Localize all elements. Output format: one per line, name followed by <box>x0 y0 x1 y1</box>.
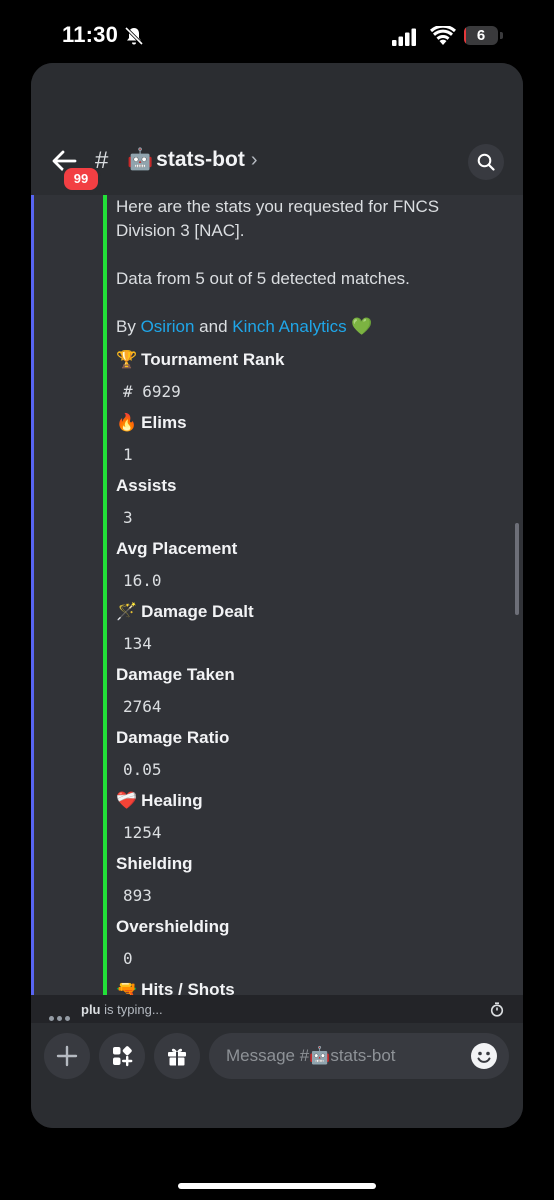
field-name: Assists <box>116 476 176 496</box>
channel-title[interactable]: 🤖 stats-bot › <box>127 148 258 172</box>
home-indicator[interactable] <box>178 1183 376 1189</box>
field-value: 1254 <box>123 823 162 842</box>
chevron-right-icon: › <box>250 148 258 171</box>
field-value: 0 <box>123 949 133 968</box>
field-label: Tournament Rank <box>141 350 285 369</box>
channel-header: 99 # 🤖 stats-bot › <box>31 63 523 195</box>
field-emoji-icon: ❤️‍🩹 <box>116 791 138 810</box>
field-value: # 6929 <box>123 382 181 401</box>
typing-status: is typing... <box>104 1002 163 1017</box>
field-name: 🏆 Tournament Rank <box>116 350 284 370</box>
typing-indicator: plu is typing... <box>31 995 523 1023</box>
wifi-icon <box>430 26 456 45</box>
search-button[interactable] <box>468 144 504 180</box>
field-name: Overshielding <box>116 917 229 937</box>
field-name: Damage Ratio <box>116 728 229 748</box>
status-bar: 11:30 6 <box>0 0 554 62</box>
plus-icon <box>56 1045 78 1067</box>
typing-text: plu is typing... <box>81 1002 163 1017</box>
gift-button[interactable] <box>154 1033 200 1079</box>
cell-signal-icon <box>392 28 416 46</box>
channel-name: stats-bot <box>156 148 245 171</box>
field-label: Overshielding <box>116 917 230 936</box>
search-icon <box>477 153 495 171</box>
slowmode-timer-icon <box>490 1002 504 1017</box>
apps-button[interactable] <box>99 1033 145 1079</box>
field-label: Elims <box>141 413 187 432</box>
field-label: Healing <box>141 791 203 810</box>
scrollbar[interactable] <box>515 523 519 615</box>
emoji-button[interactable] <box>471 1043 497 1069</box>
field-label: Damage Ratio <box>116 728 230 747</box>
field-name: 🔥 Elims <box>116 413 187 433</box>
green-heart-icon: 💚 <box>351 317 373 336</box>
field-value: 3 <box>123 508 133 527</box>
message-list[interactable]: Here are the stats you requested for FNC… <box>31 195 523 995</box>
battery-percent: 6 <box>476 27 486 44</box>
field-value: 2764 <box>123 697 162 716</box>
field-label: Damage Dealt <box>141 602 254 621</box>
field-name: ❤️‍🩹 Healing <box>116 791 203 811</box>
field-name: Damage Taken <box>116 665 235 685</box>
field-name: Shielding <box>116 854 193 874</box>
gift-icon <box>168 1048 186 1066</box>
embed-data-line: Data from 5 out of 5 detected matches. <box>116 269 410 288</box>
battery-indicator: 6 <box>464 26 504 46</box>
clock: 11:30 <box>62 22 119 47</box>
battery-tip <box>500 32 503 39</box>
field-emoji-icon: 🔥 <box>116 413 138 432</box>
field-emoji-icon: 🪄 <box>116 602 138 621</box>
message-placeholder: Message #🤖stats-bot <box>226 1046 396 1065</box>
field-value: 1 <box>123 445 133 464</box>
embed-intro-line: Division 3 [NAC]. <box>116 221 245 240</box>
osirion-link[interactable]: Osirion <box>141 317 195 336</box>
embed-credits: By Osirion and Kinch Analytics 💚 <box>116 317 373 337</box>
kinch-analytics-link[interactable]: Kinch Analytics <box>232 317 346 336</box>
field-value: 893 <box>123 886 152 905</box>
field-name: 🔫 Hits / Shots <box>116 980 235 995</box>
field-name: 🪄 Damage Dealt <box>116 602 254 622</box>
field-emoji-icon: 🏆 <box>116 350 138 369</box>
apps-icon <box>113 1046 133 1067</box>
robot-icon: 🤖 <box>127 148 154 171</box>
emoji-icon <box>477 1051 491 1063</box>
battery-body: 6 <box>464 26 498 45</box>
attach-button[interactable] <box>44 1033 90 1079</box>
field-value: 134 <box>123 634 152 653</box>
field-emoji-icon: 🔫 <box>116 980 138 995</box>
embed-accent-bar <box>103 195 107 995</box>
channel-hash-icon: # <box>95 147 109 174</box>
field-label: Shielding <box>116 854 193 873</box>
message-composer: Message #🤖stats-bot <box>31 1023 523 1128</box>
app-panel: 99 # 🤖 stats-bot › Here are the stats yo… <box>31 63 523 1128</box>
field-label: Assists <box>116 476 177 495</box>
mention-highlight-bar <box>31 195 34 995</box>
field-label: Hits / Shots <box>141 980 235 995</box>
credits-and: and <box>199 317 228 336</box>
field-label: Avg Placement <box>116 539 238 558</box>
bell-muted-icon <box>124 26 144 46</box>
message-input[interactable]: Message #🤖stats-bot <box>209 1033 509 1079</box>
field-value: 16.0 <box>123 571 162 590</box>
typing-user: plu <box>81 1002 101 1017</box>
field-value: 0.05 <box>123 760 162 779</box>
field-name: Avg Placement <box>116 539 237 559</box>
field-label: Damage Taken <box>116 665 235 684</box>
embed-intro-line: Here are the stats you requested for FNC… <box>116 197 440 216</box>
credits-prefix: By <box>116 317 136 336</box>
